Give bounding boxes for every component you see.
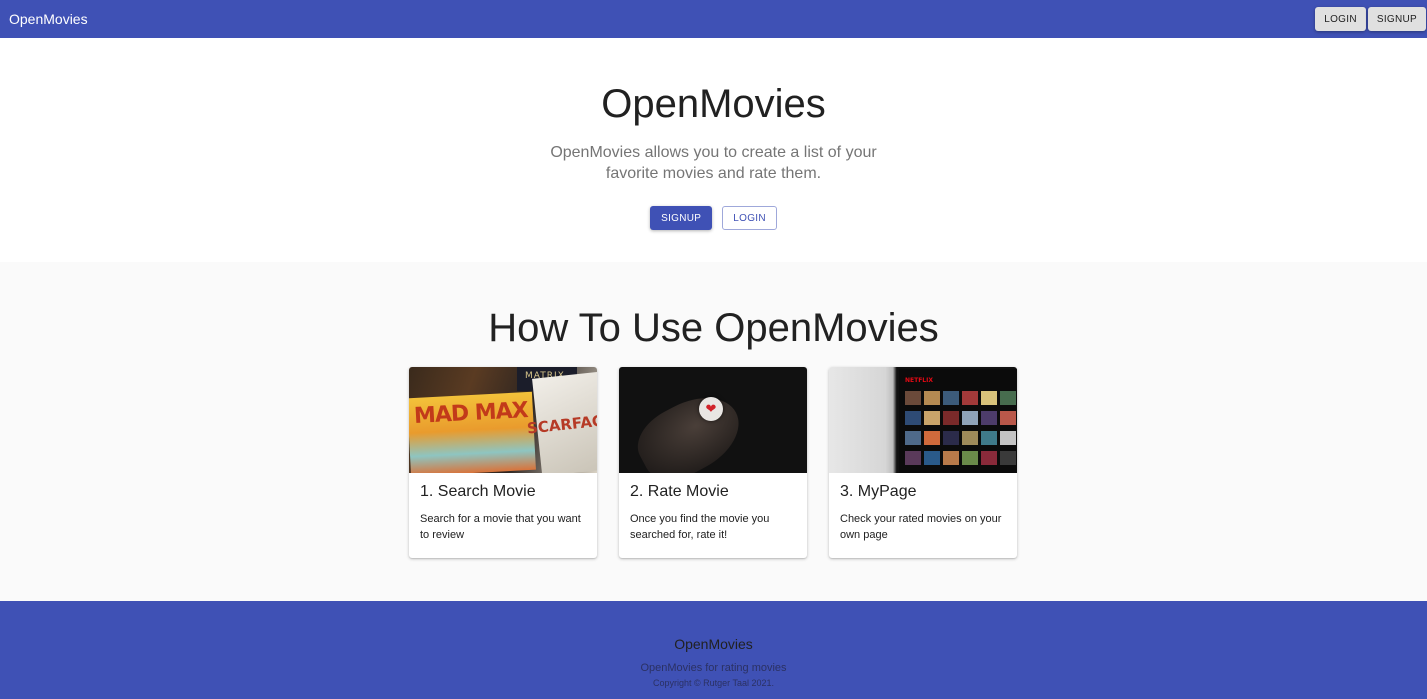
netflix-logo-text: NETFLIX: [905, 377, 933, 384]
hand-shape: [627, 382, 752, 473]
footer-copyright: Copyright © Rutger Taal 2021.: [652, 678, 775, 688]
how-to-heading: How To Use OpenMovies: [488, 306, 939, 350]
brand-logo-text[interactable]: OpenMovies: [9, 11, 88, 27]
footer-title: OpenMovies: [674, 636, 753, 652]
card-content: 1. Search Movie Search for a movie that …: [409, 473, 597, 553]
footer: OpenMovies OpenMovies for rating movies …: [0, 601, 1427, 699]
streaming-screen-image: NETFLIX: [829, 367, 1017, 473]
appbar-actions: LOGIN SIGNUP: [1315, 7, 1426, 31]
app-bar: OpenMovies LOGIN SIGNUP: [0, 0, 1427, 38]
hero-tagline: OpenMovies allows you to create a list o…: [550, 144, 877, 182]
card-title: 3. MyPage: [840, 483, 917, 500]
scarface-poster-text: SCARFAC: [526, 411, 597, 438]
card-content: 3. MyPage Check your rated movies on you…: [829, 473, 1017, 553]
how-to-section: How To Use OpenMovies MATRIX MAD MAX SCA…: [0, 262, 1427, 601]
card-rate-movie[interactable]: ❤ 2. Rate Movie Once you find the movie …: [619, 367, 807, 558]
hero-section: OpenMovies OpenMovies allows you to crea…: [0, 38, 1427, 262]
card-text: Check your rated movies on your own page: [840, 513, 1002, 541]
card-mypage[interactable]: NETFLIX 3. MyPage Check your rated movie…: [829, 367, 1017, 558]
footer-subtitle: OpenMovies for rating movies: [640, 662, 787, 674]
mad-max-poster-text: MAD MAX: [413, 398, 529, 429]
laptop-screen: NETFLIX: [899, 369, 1017, 473]
hero-actions: SIGNUP LOGIN: [0, 206, 1427, 230]
hero-title: OpenMovies: [601, 82, 826, 126]
card-text: Once you find the movie you searched for…: [630, 513, 770, 541]
card-title: 1. Search Movie: [420, 483, 536, 500]
card-title: 2. Rate Movie: [630, 483, 729, 500]
movie-posters-image: MATRIX MAD MAX SCARFAC: [409, 367, 597, 473]
card-text: Search for a movie that you want to revi…: [420, 513, 581, 541]
card-content: 2. Rate Movie Once you find the movie yo…: [619, 473, 807, 553]
appbar-login-button[interactable]: LOGIN: [1315, 7, 1366, 31]
hero-signup-button[interactable]: SIGNUP: [650, 206, 713, 230]
heart-pin-image: ❤: [619, 367, 807, 473]
appbar-signup-button[interactable]: SIGNUP: [1367, 7, 1426, 31]
hero-login-button[interactable]: LOGIN: [722, 206, 777, 230]
heart-icon: ❤: [699, 397, 723, 421]
how-to-cards: MATRIX MAD MAX SCARFAC 1. Search Movie S…: [409, 367, 1017, 558]
card-search-movie[interactable]: MATRIX MAD MAX SCARFAC 1. Search Movie S…: [409, 367, 597, 558]
